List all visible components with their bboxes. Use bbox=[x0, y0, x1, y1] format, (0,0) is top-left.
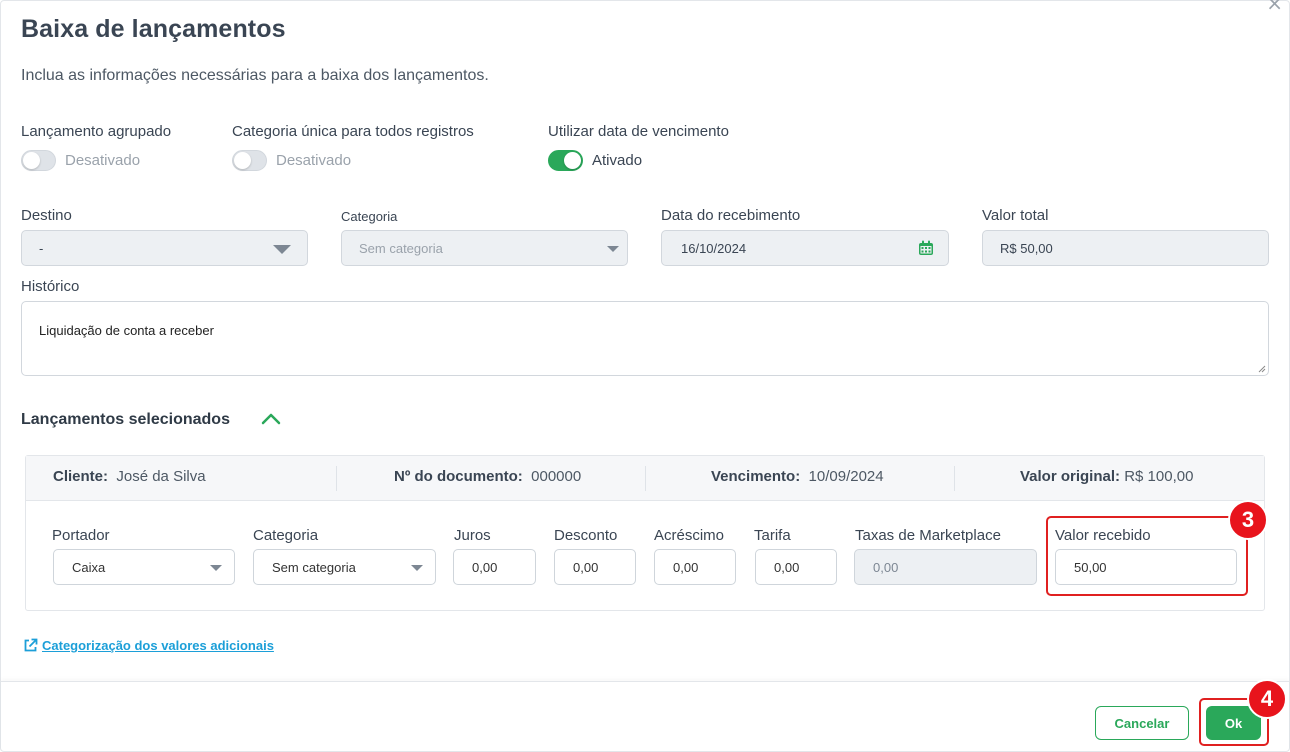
categoria-label: Categoria bbox=[341, 209, 398, 224]
step-badge-4: 4 bbox=[1247, 679, 1287, 719]
valor-total-value: R$ 50,00 bbox=[1000, 240, 1053, 256]
modal-dialog: × Baixa de lançamentos Inclua as informa… bbox=[0, 0, 1290, 752]
section-title: Lançamentos selecionados bbox=[21, 411, 230, 428]
valor-total-field: R$ 50,00 bbox=[982, 230, 1269, 266]
juros-value: 0,00 bbox=[472, 559, 498, 575]
historico-label: Histórico bbox=[21, 278, 80, 295]
vencimento-info: Vencimento: 10/09/2024 bbox=[711, 468, 884, 485]
portador-value: Caixa bbox=[72, 559, 106, 575]
tarifa-label: Tarifa bbox=[754, 527, 791, 544]
highlight-valor-recebido bbox=[1046, 516, 1248, 596]
chevron-up-icon[interactable] bbox=[260, 412, 282, 426]
lancamento-agrupado-switch[interactable] bbox=[21, 150, 56, 171]
lancamento-card-header: Cliente: José da Silva Nº do documento: … bbox=[26, 456, 1264, 501]
modal-subtitle: Inclua as informações necessárias para a… bbox=[21, 67, 489, 84]
toggle-label: Lançamento agrupado bbox=[21, 123, 172, 140]
cancel-button[interactable]: Cancelar bbox=[1095, 706, 1189, 740]
data-recebimento-input[interactable]: 16/10/2024 bbox=[661, 230, 949, 266]
valor-original-info: Valor original: R$ 100,00 bbox=[1020, 468, 1194, 485]
taxas-marketplace-value: 0,00 bbox=[873, 559, 899, 575]
switch-state-text: Desativado bbox=[65, 152, 141, 169]
juros-input[interactable]: 0,00 bbox=[453, 549, 536, 585]
categorizacao-link[interactable]: Categorização dos valores adicionais bbox=[23, 638, 274, 653]
switch-state-text: Ativado bbox=[592, 152, 643, 169]
portador-label: Portador bbox=[52, 527, 110, 544]
chevron-down-icon bbox=[607, 246, 619, 252]
data-recebimento-value: 16/10/2024 bbox=[681, 240, 747, 256]
acrescimo-input[interactable]: 0,00 bbox=[654, 549, 736, 585]
documento-info: Nº do documento: 000000 bbox=[394, 468, 582, 485]
external-link-icon bbox=[24, 638, 38, 652]
taxas-marketplace-label: Taxas de Marketplace bbox=[855, 527, 1001, 544]
portador-select[interactable]: Caixa bbox=[53, 549, 235, 585]
data-recebimento-label: Data do recebimento bbox=[661, 207, 801, 224]
entry-categoria-label: Categoria bbox=[253, 527, 319, 544]
toggle-categoria-unica: Categoria única para todos registros Des… bbox=[232, 123, 474, 171]
entry-categoria-value: Sem categoria bbox=[272, 559, 356, 575]
toggle-label: Utilizar data de vencimento bbox=[548, 123, 729, 140]
juros-label: Juros bbox=[454, 527, 491, 544]
acrescimo-value: 0,00 bbox=[673, 559, 699, 575]
desconto-label: Desconto bbox=[554, 527, 618, 544]
tarifa-input[interactable]: 0,00 bbox=[755, 549, 837, 585]
categoria-value: Sem categoria bbox=[359, 240, 443, 256]
calendar-icon[interactable] bbox=[918, 240, 934, 256]
data-vencimento-switch[interactable] bbox=[548, 150, 583, 171]
historico-textarea[interactable]: Liquidação de conta a receber bbox=[21, 301, 1269, 376]
desconto-value: 0,00 bbox=[573, 559, 599, 575]
chevron-down-icon bbox=[210, 565, 222, 571]
close-icon[interactable]: × bbox=[1266, 0, 1283, 13]
categoria-select[interactable]: Sem categoria bbox=[341, 230, 628, 266]
tarifa-value: 0,00 bbox=[774, 559, 800, 575]
acrescimo-label: Acréscimo bbox=[654, 527, 725, 544]
toggle-data-vencimento: Utilizar data de vencimento Ativado bbox=[548, 123, 729, 171]
switch-state-text: Desativado bbox=[276, 152, 352, 169]
historico-value: Liquidação de conta a receber bbox=[39, 323, 214, 338]
chevron-down-icon bbox=[411, 565, 423, 571]
resize-grip-icon[interactable] bbox=[1258, 365, 1266, 373]
desconto-input[interactable]: 0,00 bbox=[554, 549, 636, 585]
toggle-label: Categoria única para todos registros bbox=[232, 123, 474, 140]
toggle-lancamento-agrupado: Lançamento agrupado Desativado bbox=[21, 123, 171, 171]
entry-categoria-select[interactable]: Sem categoria bbox=[253, 549, 436, 585]
valor-total-label: Valor total bbox=[982, 207, 1049, 224]
destino-value: - bbox=[39, 240, 44, 256]
step-badge-3: 3 bbox=[1228, 500, 1268, 540]
destino-select[interactable]: - bbox=[21, 230, 308, 266]
chevron-down-icon bbox=[273, 245, 291, 254]
modal-title: Baixa de lançamentos bbox=[21, 15, 286, 43]
categoria-unica-switch[interactable] bbox=[232, 150, 267, 171]
cliente-info: Cliente: José da Silva bbox=[53, 468, 206, 485]
destino-label: Destino bbox=[21, 207, 72, 224]
categorizacao-link-text[interactable]: Categorização dos valores adicionais bbox=[42, 638, 274, 653]
taxas-marketplace-field: 0,00 bbox=[854, 549, 1037, 585]
